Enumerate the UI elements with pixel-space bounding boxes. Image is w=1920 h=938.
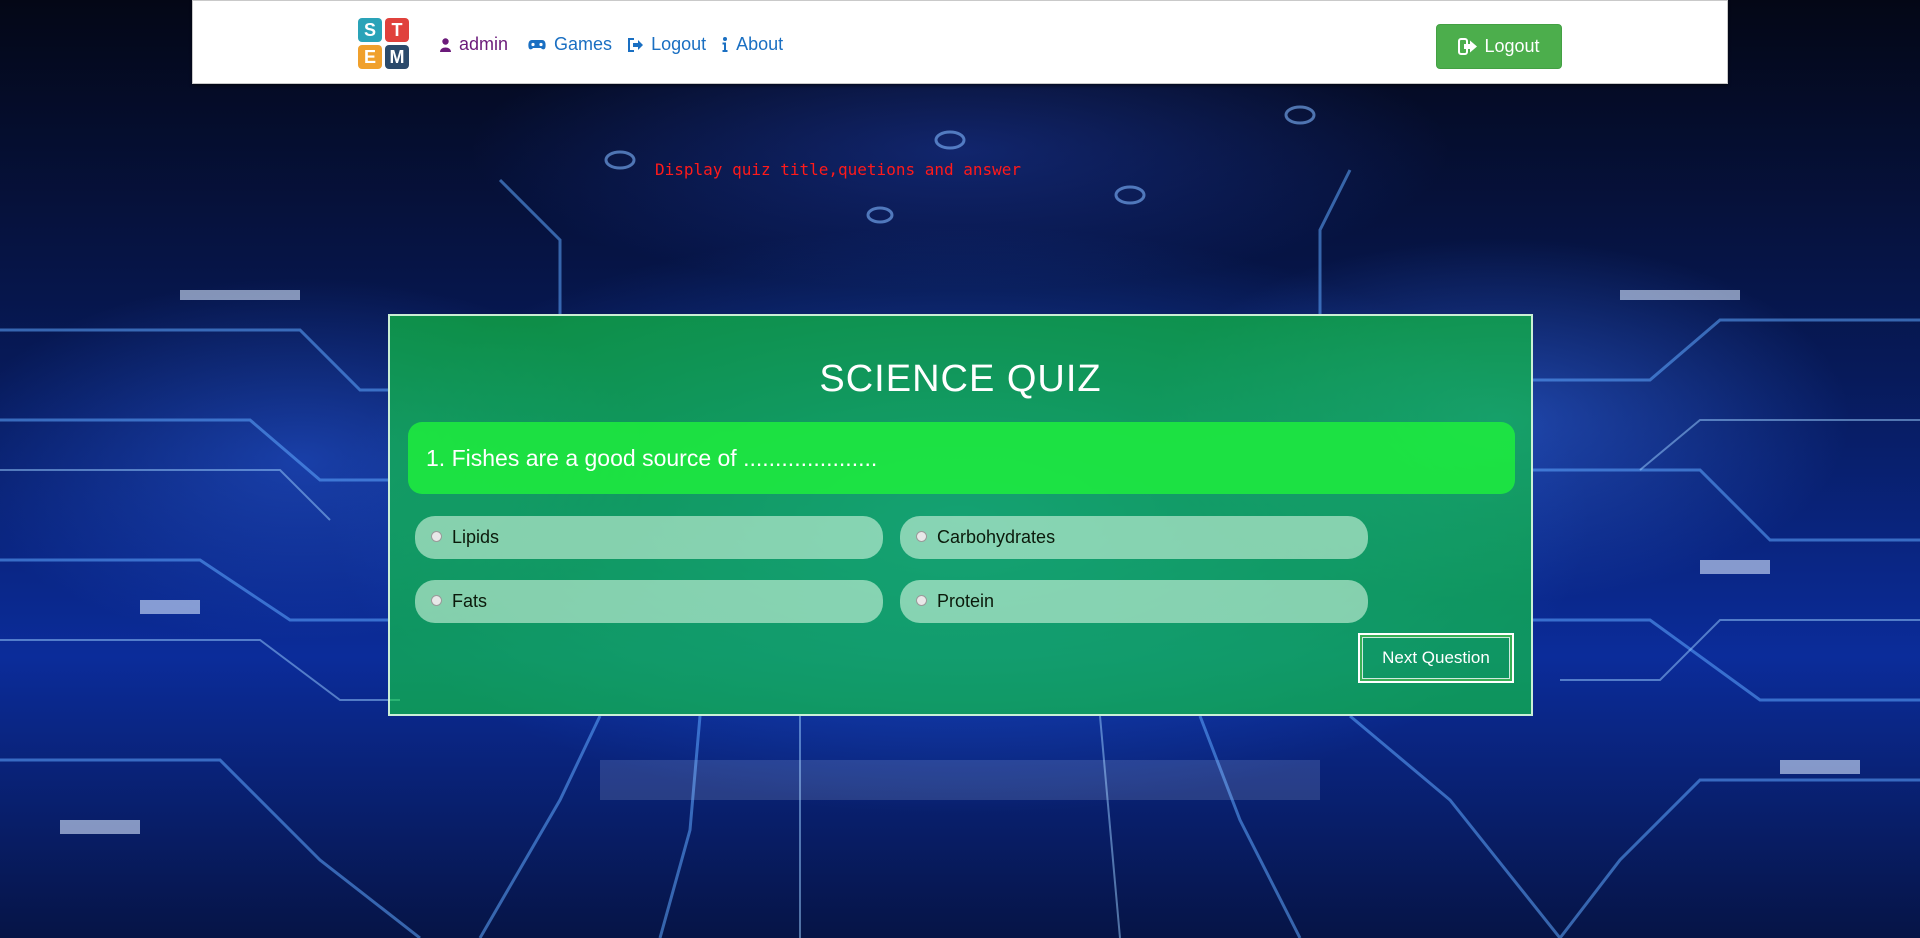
radio-button[interactable] xyxy=(916,531,927,542)
nav-item-about[interactable]: About xyxy=(722,34,783,55)
answer-option-fats[interactable]: Fats xyxy=(415,580,883,623)
stem-logo[interactable]: S T E M xyxy=(358,18,410,70)
info-icon xyxy=(722,37,728,52)
radio-button[interactable] xyxy=(431,595,442,606)
logo-tile-m: M xyxy=(385,45,409,69)
logo-tile-t: T xyxy=(385,18,409,42)
sign-out-icon xyxy=(628,37,644,52)
nav-item-games[interactable]: Games xyxy=(528,34,612,55)
nav-user-admin[interactable]: admin xyxy=(440,34,508,55)
radio-button[interactable] xyxy=(431,531,442,542)
question-text: 1. Fishes are a good source of .........… xyxy=(408,422,1515,494)
nav-logout-label: Logout xyxy=(651,34,707,54)
answer-option-lipids[interactable]: Lipids xyxy=(415,516,883,559)
quiz-title: SCIENCE QUIZ xyxy=(819,358,1102,400)
nav-links: admin Games Logout About xyxy=(440,34,799,55)
sign-out-icon xyxy=(1458,38,1478,55)
top-navbar: S T E M admin Games Logout About Logout xyxy=(192,0,1728,84)
logout-button-label: Logout xyxy=(1484,36,1540,56)
page-caption: Display quiz title,quetions and answer xyxy=(655,160,1022,179)
option-label: Carbohydrates xyxy=(937,527,1056,547)
nav-item-logout[interactable]: Logout xyxy=(628,34,706,55)
logout-button[interactable]: Logout xyxy=(1436,24,1562,69)
option-label: Protein xyxy=(937,591,995,611)
option-label: Lipids xyxy=(452,527,500,547)
answer-option-protein[interactable]: Protein xyxy=(900,580,1368,623)
nav-games-label: Games xyxy=(554,34,613,54)
logo-tile-s: S xyxy=(358,18,382,42)
radio-button[interactable] xyxy=(916,595,927,606)
quiz-panel: SCIENCE QUIZ 1. Fishes are a good source… xyxy=(388,314,1533,716)
user-icon xyxy=(440,37,451,52)
answer-option-carbohydrates[interactable]: Carbohydrates xyxy=(900,516,1368,559)
gamepad-icon xyxy=(528,39,546,51)
option-label: Fats xyxy=(452,591,488,611)
nav-about-label: About xyxy=(736,34,784,54)
nav-user-label: admin xyxy=(459,34,509,54)
logo-tile-e: E xyxy=(358,45,382,69)
next-question-button[interactable]: Next Question xyxy=(1358,633,1514,683)
